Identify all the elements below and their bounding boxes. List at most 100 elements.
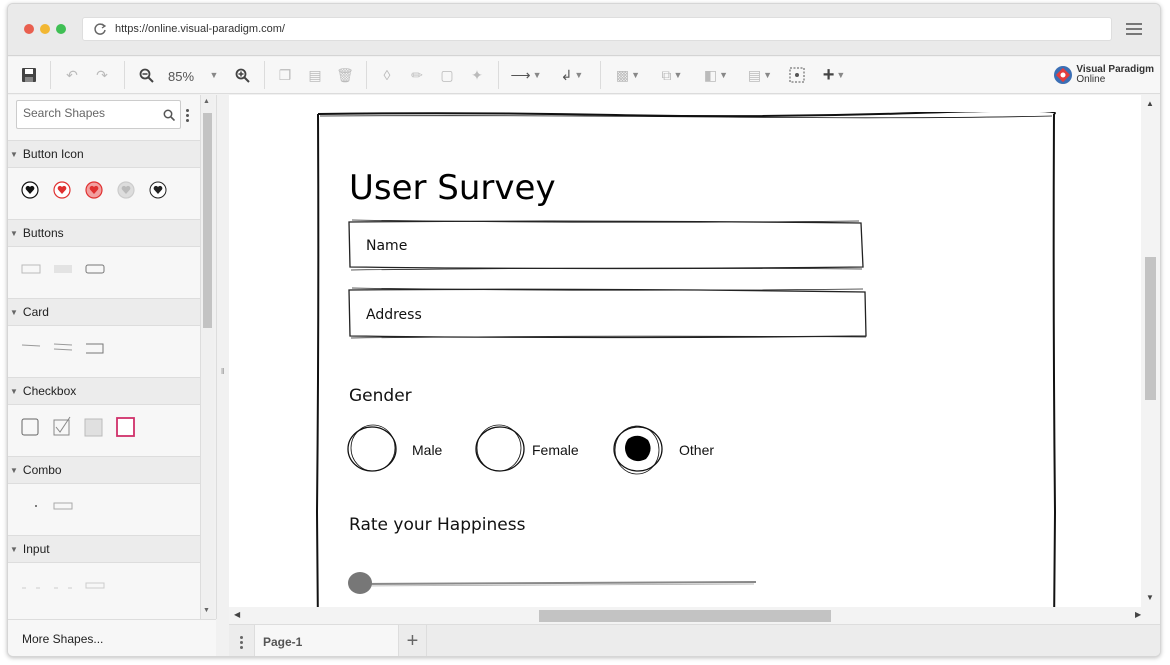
category-header[interactable]: ▼ Buttons — [8, 219, 200, 247]
category-header[interactable]: ▼ Checkbox — [8, 377, 200, 405]
category-shapes — [8, 563, 200, 613]
scroll-down-arrow-icon[interactable]: ▼ — [203, 607, 210, 614]
scroll-right-arrow-icon[interactable]: ▶ — [1135, 610, 1141, 619]
zoom-out-icon[interactable] — [134, 63, 158, 87]
page-bar: Page-1 + — [229, 624, 1160, 656]
delete-icon[interactable]: 🗑 — [334, 63, 356, 87]
scroll-left-arrow-icon[interactable]: ◀ — [234, 610, 240, 619]
checkbox-shape[interactable] — [21, 418, 39, 436]
card-frame-shape[interactable] — [86, 343, 104, 354]
category-header[interactable]: ▼ Button Icon — [8, 140, 200, 168]
search-icon[interactable] — [163, 109, 175, 121]
category-header[interactable]: ▼ Combo — [8, 456, 200, 484]
heart-button-red-shape[interactable] — [53, 181, 71, 199]
line-color-icon[interactable]: ✏ — [406, 63, 428, 87]
category-label: Button Icon — [22, 147, 84, 161]
scroll-up-arrow-icon[interactable]: ▲ — [1146, 99, 1154, 108]
editor-toolbar: ↶ ↷ 85% ▼ ❐ ▤ 🗑 ◊ ✏ ▢ ✦ ⟶ ▼ ↲ ▼ ▩ ▼ ⧉ ▼ ◧ ▼ ▤… — [8, 57, 1160, 94]
more-shapes-button[interactable]: More Shapes... — [8, 619, 216, 656]
align-icon[interactable]: ◧ ▼ — [698, 63, 734, 87]
canvas-horizontal-scrollbar[interactable]: ◀ ▶ — [229, 607, 1160, 624]
category-header[interactable]: ▼ Input — [8, 535, 200, 563]
combo-box-shape[interactable] — [53, 502, 73, 510]
zoom-level[interactable]: 85% — [168, 69, 194, 84]
vertical-scrollbar-thumb[interactable] — [1145, 257, 1156, 400]
checkbox-checked-shape[interactable] — [53, 416, 71, 436]
category-header[interactable]: ▼ Card — [8, 298, 200, 326]
heart-button-filled-shape[interactable] — [85, 181, 103, 199]
radio-female[interactable]: Female — [475, 424, 579, 472]
splitter-handle-icon[interactable]: ‖ — [221, 367, 224, 376]
scroll-up-arrow-icon[interactable]: ▲ — [203, 98, 210, 105]
group-icon[interactable]: ▩ ▼ — [610, 63, 646, 87]
diagram-canvas[interactable]: User Survey Name Address Gender Male Fem… — [229, 95, 1141, 607]
waypoint-style-icon[interactable]: ↲ ▼ — [554, 63, 590, 87]
combo-dot-shape[interactable] — [35, 505, 37, 507]
input-box-shape[interactable] — [85, 582, 105, 589]
category-combo: ▼ Combo — [8, 456, 200, 534]
minimize-window-dot[interactable] — [40, 24, 50, 34]
redo-icon[interactable]: ↷ — [90, 63, 114, 87]
scroll-down-arrow-icon[interactable]: ▼ — [1146, 593, 1154, 602]
browser-window: https://online.visual-paradigm.com/ ↶ ↷ … — [7, 3, 1161, 657]
paste-icon[interactable]: ▤ — [304, 63, 326, 87]
sketch-button-filled-shape[interactable] — [54, 265, 72, 273]
category-label: Combo — [22, 463, 62, 477]
name-input-field[interactable]: Name — [348, 219, 864, 271]
save-icon[interactable] — [18, 63, 40, 87]
format-painter-icon[interactable]: ✦ — [466, 63, 488, 87]
add-page-icon[interactable]: + — [399, 625, 427, 656]
radio-male[interactable]: Male — [347, 424, 443, 472]
search-shapes-input[interactable] — [23, 106, 153, 120]
radio-female-label: Female — [532, 442, 579, 458]
close-window-dot[interactable] — [24, 24, 34, 34]
happiness-slider-thumb[interactable] — [348, 572, 372, 594]
radio-other-selected[interactable]: Other — [613, 425, 714, 475]
shapes-sidebar: ▼ Button Icon ▼ Buttons — [8, 95, 201, 619]
canvas-vertical-scrollbar[interactable]: ▲ ▼ — [1141, 95, 1160, 607]
card-shape[interactable] — [21, 344, 41, 347]
category-shapes — [8, 326, 200, 376]
select-all-icon[interactable] — [786, 63, 808, 87]
sketch-button-shape[interactable] — [21, 264, 41, 274]
fill-color-icon[interactable]: ◊ — [376, 63, 398, 87]
browser-menu-icon[interactable] — [1126, 23, 1142, 35]
sidebar-splitter[interactable]: ‖ — [216, 95, 229, 619]
page-tab[interactable]: Page-1 — [254, 625, 399, 656]
shadow-icon[interactable]: ▢ — [436, 63, 458, 87]
happiness-slider[interactable] — [348, 572, 757, 594]
zoom-in-icon[interactable] — [230, 63, 254, 87]
heart-button-shape[interactable] — [21, 181, 39, 199]
reload-icon[interactable] — [93, 22, 107, 36]
category-card: ▼ Card — [8, 298, 200, 376]
arrange-icon[interactable]: ⧉ ▼ — [654, 63, 690, 87]
wireframe-mockup[interactable]: User Survey Name Address Gender Male Fem… — [316, 112, 1056, 607]
toolbar-divider — [50, 61, 51, 89]
page-menu-icon[interactable] — [240, 636, 243, 651]
connector-style-icon[interactable]: ⟶ ▼ — [508, 63, 544, 87]
sketch-button-rounded-shape[interactable] — [85, 264, 105, 274]
address-bar[interactable]: https://online.visual-paradigm.com/ — [82, 17, 1112, 41]
heart-button-disabled-shape[interactable] — [117, 181, 135, 199]
zoom-dropdown-chevron-icon[interactable]: ▼ — [206, 63, 220, 87]
url-text: https://online.visual-paradigm.com/ — [115, 23, 285, 35]
sidebar-scrollbar-thumb[interactable] — [203, 113, 212, 328]
collapse-triangle-icon: ▼ — [10, 386, 18, 396]
sidebar-options-icon[interactable] — [186, 109, 190, 123]
logo-text-line2: Online — [1076, 74, 1106, 85]
checkbox-focused-shape[interactable] — [116, 417, 135, 437]
toolbar-divider — [366, 61, 367, 89]
happiness-label: Rate your Happiness — [349, 515, 526, 535]
address-input-field[interactable]: Address — [348, 287, 867, 339]
heart-button-outline-shape[interactable] — [149, 181, 167, 199]
gender-label: Gender — [349, 386, 412, 406]
insert-icon[interactable]: + ▼ — [816, 63, 852, 87]
copy-icon[interactable]: ❐ — [274, 63, 296, 87]
undo-icon[interactable]: ↶ — [60, 63, 84, 87]
maximize-window-dot[interactable] — [56, 24, 66, 34]
sidebar-scrollbar[interactable]: ▲ ▼ — [201, 95, 214, 619]
distribute-icon[interactable]: ▤ ▼ — [742, 63, 778, 87]
horizontal-scrollbar-thumb[interactable] — [539, 610, 831, 622]
checkbox-disabled-shape[interactable] — [84, 418, 103, 437]
card-lines-shape[interactable] — [53, 343, 73, 351]
